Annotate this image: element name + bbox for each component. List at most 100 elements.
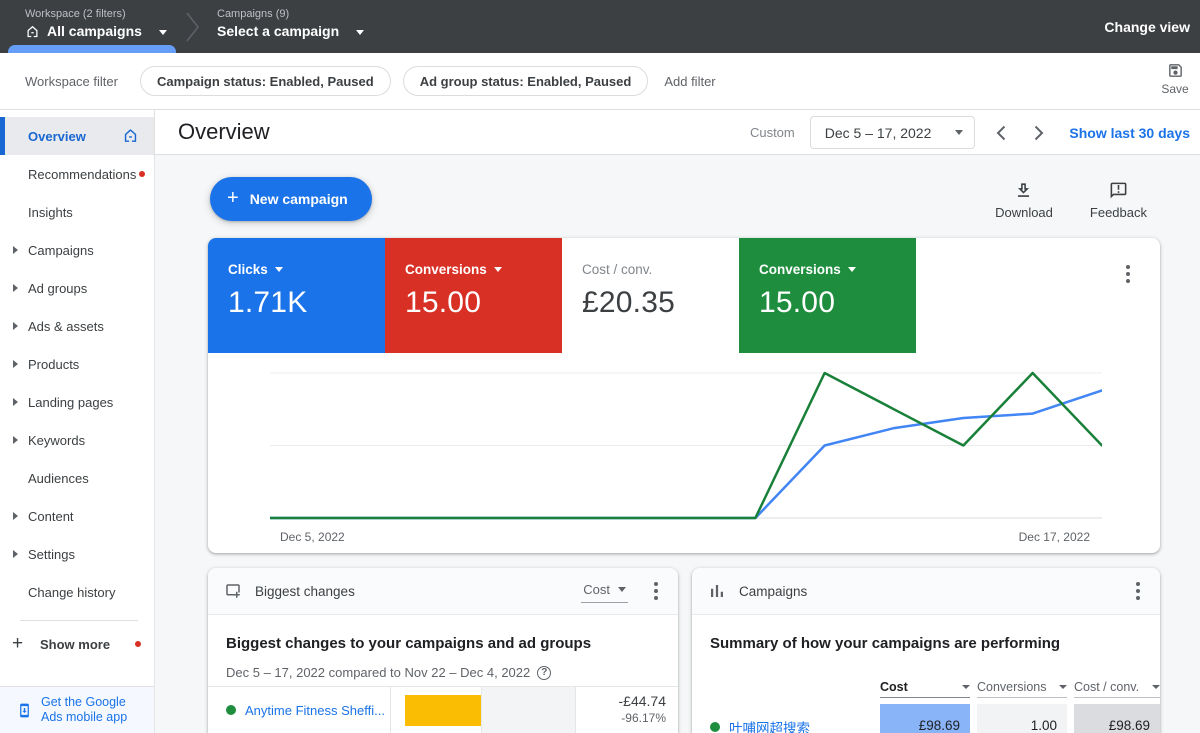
biggest-changes-heading: Biggest changes to your campaigns and ad…: [226, 635, 592, 652]
sidebar-item-ads-assets[interactable]: Ads & assets: [0, 307, 154, 345]
scorecard-label: Clicks: [228, 262, 268, 277]
sidebar-item-label: Content: [28, 508, 74, 524]
scorecard-label: Cost / conv.: [582, 262, 653, 277]
scorecards: Clicks 1.71K Conversions 15.00 Cost / co…: [208, 238, 1160, 353]
save-button[interactable]: Save: [1151, 62, 1199, 96]
expand-arrow-icon: [13, 246, 22, 254]
card-title: Biggest changes: [255, 583, 355, 599]
page-title: Overview: [178, 119, 270, 144]
filter-chip-campaign-status[interactable]: Campaign status: Enabled, Paused: [139, 66, 391, 96]
workspace-caret-down-icon[interactable]: [159, 30, 167, 39]
mobile-app-promo[interactable]: Get the Google Ads mobile app: [0, 686, 154, 733]
sidebar-item-overview[interactable]: Overview: [0, 117, 154, 155]
new-campaign-button[interactable]: + New campaign: [210, 177, 372, 221]
table-row: Anytime Fitness Sheffi... -£44.74 -96.17…: [208, 686, 678, 733]
change-amount: -£44.74: [618, 693, 666, 709]
campaigns-card-menu-button[interactable]: [1126, 578, 1150, 604]
sidebar-item-keywords[interactable]: Keywords: [0, 421, 154, 459]
sidebar-item-ad-groups[interactable]: Ad groups: [0, 269, 154, 307]
sidebar-item-recommendations[interactable]: Recommendations: [0, 155, 154, 193]
campaign-selector[interactable]: Campaigns (9) Select a campaign: [217, 8, 339, 39]
mobile-app-promo-label: Get the Google Ads mobile app: [41, 695, 128, 724]
sidebar-item-label: Ads & assets: [28, 318, 104, 334]
feedback-label: Feedback: [1089, 205, 1147, 220]
expand-arrow-icon: [13, 550, 22, 558]
previous-period-button[interactable]: [988, 118, 1014, 148]
sidebar-item-label: Audiences: [28, 470, 89, 486]
caret-down-icon: [493, 267, 502, 276]
card-title: Campaigns: [739, 583, 808, 599]
biggest-changes-subheading: Dec 5 – 17, 2022 compared to Nov 22 – De…: [226, 665, 660, 680]
sidebar-item-change-history[interactable]: Change history: [0, 573, 154, 611]
feedback-button[interactable]: Feedback: [1090, 181, 1147, 220]
sidebar-item-insights[interactable]: Insights: [0, 193, 154, 231]
show-last-30-days-link[interactable]: Show last 30 days: [1069, 125, 1190, 141]
campaigns-summary-card: Campaigns Summary of how your campaigns …: [692, 568, 1160, 733]
sidebar-item-products[interactable]: Products: [0, 345, 154, 383]
download-button[interactable]: Download: [995, 181, 1053, 220]
negative-change-bar: [405, 695, 481, 726]
workspace-filter-bar: Workspace filter Campaign status: Enable…: [0, 53, 1200, 110]
date-mode-label: Custom: [749, 125, 795, 140]
scorecard-cost-per-conv: Cost / conv. £20.35: [562, 238, 739, 353]
expand-arrow-icon: [13, 322, 22, 330]
date-range-picker[interactable]: Dec 5 – 17, 2022: [809, 116, 976, 149]
biggest-changes-metric-selector[interactable]: Cost: [581, 580, 628, 603]
sidebar-item-content[interactable]: Content: [0, 497, 154, 535]
more-options-icon: [1136, 582, 1140, 586]
campaign-name-cell: 叶哺网超搜索: [710, 717, 810, 733]
active-workspace-tab-indicator: [8, 45, 176, 53]
performance-chart-area: [270, 367, 1102, 525]
status-dot: [226, 705, 236, 715]
change-view-button[interactable]: Change view: [1104, 19, 1190, 35]
chevron-right-icon: [1035, 125, 1044, 140]
campaign-caret-down-icon[interactable]: [356, 30, 364, 39]
scorecard-metric-dropdown[interactable]: Conversions: [405, 262, 562, 277]
add-filter-button[interactable]: Add filter: [664, 74, 715, 89]
plus-icon: +: [12, 633, 24, 654]
campaign-link[interactable]: Anytime Fitness Sheffi...: [245, 703, 385, 718]
home-icon: [124, 129, 137, 142]
overview-card-menu-button[interactable]: [1116, 263, 1140, 289]
next-period-button[interactable]: [1026, 118, 1052, 148]
caret-down-icon: [847, 267, 856, 276]
caret-down-icon: [618, 586, 626, 596]
status-dot: [710, 722, 720, 732]
scorecard-metric-dropdown[interactable]: Clicks: [228, 262, 385, 277]
chevron-left-icon: [996, 125, 1006, 140]
workspace-switcher[interactable]: Workspace (2 filters) All campaigns: [25, 8, 142, 39]
more-options-icon: [1126, 265, 1130, 269]
campaigns-summary-heading: Summary of how your campaigns are perfor…: [710, 635, 1061, 652]
positive-change-bar-cell: [482, 687, 576, 733]
expand-arrow-icon: [13, 436, 22, 444]
help-icon[interactable]: ?: [537, 665, 552, 680]
column-header-cost[interactable]: Cost: [880, 680, 970, 698]
column-header-cost-per-conv[interactable]: Cost / conv.: [1074, 680, 1160, 698]
sidebar-item-settings[interactable]: Settings: [0, 535, 154, 573]
biggest-changes-card: Biggest changes Cost Biggest changes to …: [208, 568, 678, 733]
sidebar-item-label: Products: [28, 356, 80, 372]
page-actions: Download Feedback: [995, 181, 1147, 220]
biggest-changes-menu-button[interactable]: [644, 578, 668, 604]
campaign-link[interactable]: 叶哺网超搜索: [729, 717, 810, 733]
caret-down-icon: [1059, 685, 1067, 693]
cost-cell: £98.69: [880, 704, 970, 733]
download-label: Download: [995, 205, 1053, 220]
campaign-selector-title: Select a campaign: [217, 23, 340, 39]
save-icon: [1168, 64, 1182, 77]
show-more-button[interactable]: + Show more: [0, 626, 154, 662]
sidebar-item-campaigns[interactable]: Campaigns: [0, 231, 154, 269]
scorecard-clicks: Clicks 1.71K: [208, 238, 385, 353]
column-header-conversions[interactable]: Conversions: [977, 680, 1067, 698]
campaigns-eyebrow: Campaigns (9): [217, 8, 290, 20]
sidebar-item-landing-pages[interactable]: Landing pages: [0, 383, 154, 421]
scorecard-metric-dropdown[interactable]: Conversions: [759, 262, 916, 277]
biggest-changes-icon: [226, 584, 240, 598]
scorecard-conversions-2: Conversions 15.00: [739, 238, 916, 353]
home-icon: [27, 25, 38, 37]
main-content: + New campaign Download Feedback Clicks: [155, 155, 1200, 733]
sidebar-item-audiences[interactable]: Audiences: [0, 459, 154, 497]
phone-download-icon: [20, 703, 29, 717]
filter-chip-ad-group-status[interactable]: Ad group status: Enabled, Paused: [402, 66, 649, 96]
breadcrumb-separator-icon: [186, 12, 199, 42]
